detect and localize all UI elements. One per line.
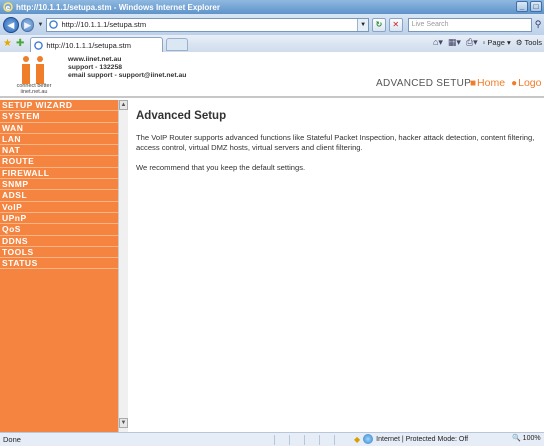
- sidebar-item-upnp[interactable]: UPnP: [0, 213, 118, 225]
- sidebar-item-qos[interactable]: QoS: [0, 224, 118, 236]
- main-content: Advanced Setup The VoIP Router supports …: [136, 110, 536, 183]
- sidebar-item-system[interactable]: SYSTEM: [0, 111, 118, 123]
- scroll-up-icon[interactable]: ▲: [119, 100, 128, 110]
- support-phone-text: support - 132258: [68, 64, 123, 71]
- navigation-toolbar: ◀ ▶ ▼ http://10.1.1.1/setupa.stm ▼ ↻ ✕ L…: [0, 14, 544, 35]
- logo-tagline: connect better iinet.net.au: [16, 83, 52, 95]
- favorites-star-icon[interactable]: ★: [3, 38, 12, 49]
- minimize-button[interactable]: _: [516, 1, 528, 12]
- tab-bar: ★ ✚ http://10.1.1.1/setupa.stm ⌂▾ ▦▾ ⎙▾ …: [0, 35, 544, 52]
- zoom-level[interactable]: 🔍 100%: [512, 434, 541, 442]
- iinet-logo: [22, 56, 44, 84]
- page-viewport: connect better iinet.net.au www.iinet.ne…: [0, 52, 544, 432]
- tab-current[interactable]: http://10.1.1.1/setupa.stm: [30, 37, 164, 52]
- sidebar-item-wan[interactable]: WAN: [0, 123, 118, 134]
- page-menu[interactable]: ▫ Page ▾: [483, 38, 511, 47]
- command-bar: ⌂▾ ▦▾ ⎙▾ ▫ Page ▾ ⚙ Tools: [433, 37, 542, 48]
- status-segment: [334, 435, 348, 445]
- sidebar-scrollbar[interactable]: ▲ ▼: [118, 100, 128, 432]
- protected-mode-icon: ◆: [354, 434, 361, 444]
- forward-button[interactable]: ▶: [20, 17, 35, 32]
- scroll-down-icon[interactable]: ▼: [119, 418, 128, 428]
- sidebar-item-lan[interactable]: LAN: [0, 134, 118, 146]
- status-segment: [289, 435, 303, 445]
- history-dropdown-icon[interactable]: ▼: [37, 22, 43, 28]
- window-title: http://10.1.1.1/setupa.stm - Windows Int…: [16, 2, 220, 12]
- tab-label: http://10.1.1.1/setupa.stm: [46, 40, 131, 50]
- sidebar-item-voip[interactable]: VoIP: [0, 202, 118, 213]
- support-email-text: email support - support@iinet.net.au: [68, 72, 187, 79]
- maximize-button[interactable]: □: [530, 1, 542, 12]
- logout-link[interactable]: ●Logo: [511, 77, 541, 89]
- address-input[interactable]: http://10.1.1.1/setupa.stm: [61, 20, 357, 29]
- page-icon: [49, 20, 59, 29]
- print-icon[interactable]: ⎙▾: [466, 37, 478, 48]
- status-text: Done: [3, 435, 21, 444]
- contact-info: www.iinet.net.au support - 132258 email …: [68, 56, 186, 80]
- feeds-icon[interactable]: ▦▾: [448, 37, 461, 48]
- home-icon[interactable]: ⌂▾: [433, 37, 443, 48]
- sidebar-item-snmp[interactable]: SNMP: [0, 179, 118, 191]
- address-dropdown-icon[interactable]: ▼: [357, 18, 369, 31]
- stop-button[interactable]: ✕: [388, 17, 403, 32]
- tools-menu[interactable]: ⚙ Tools: [516, 38, 542, 47]
- sidebar-item-status[interactable]: STATUS: [0, 258, 118, 270]
- refresh-button[interactable]: ↻: [372, 17, 386, 32]
- router-header: connect better iinet.net.au www.iinet.ne…: [0, 52, 544, 98]
- search-icon[interactable]: ⚲: [532, 18, 544, 32]
- sidebar-item-firewall[interactable]: FIREWALL: [0, 168, 118, 180]
- sidebar-item-ddns[interactable]: DDNS: [0, 236, 118, 247]
- ie-icon: e: [3, 2, 13, 12]
- status-segment: [304, 435, 318, 445]
- svg-text:e: e: [6, 4, 11, 12]
- internet-zone-icon: [363, 434, 374, 444]
- website-text: www.iinet.net.au: [68, 56, 122, 63]
- sidebar-item-route[interactable]: ROUTE: [0, 156, 118, 168]
- search-input[interactable]: Live Search: [407, 17, 533, 32]
- page-icon: [34, 40, 44, 50]
- status-segment: [319, 435, 333, 445]
- window-controls: _ □: [516, 1, 542, 12]
- window-title-bar: e http://10.1.1.1/setupa.stm - Windows I…: [0, 0, 544, 14]
- sidebar-item-nat[interactable]: NAT: [0, 145, 118, 157]
- status-segment: [274, 435, 288, 445]
- top-links: ■Home ●Logo: [470, 77, 541, 89]
- sidebar-item-tools[interactable]: TOOLS: [0, 247, 118, 259]
- sidebar-menu: SETUP WIZARD SYSTEM WAN LAN NAT ROUTE FI…: [0, 100, 118, 432]
- security-zone[interactable]: ◆ Internet | Protected Mode: Off: [354, 434, 468, 444]
- sidebar-item-adsl[interactable]: ADSL: [0, 190, 118, 202]
- section-heading: Advanced Setup: [136, 110, 227, 122]
- address-bar[interactable]: http://10.1.1.1/setupa.stm ▼: [46, 17, 370, 32]
- recommendation-text: We recommend that you keep the default s…: [136, 163, 306, 172]
- sidebar-item-setup-wizard[interactable]: SETUP WIZARD: [0, 100, 118, 112]
- page-title: ADVANCED SETUP: [376, 78, 472, 89]
- back-button[interactable]: ◀: [3, 16, 19, 33]
- new-tab-button[interactable]: [166, 38, 189, 51]
- home-link[interactable]: ■Home: [470, 77, 505, 89]
- status-bar: Done ◆ Internet | Protected Mode: Off 🔍 …: [0, 432, 544, 446]
- add-favorites-icon[interactable]: ✚: [16, 38, 24, 49]
- description-text: The VoIP Router supports advanced functi…: [136, 133, 535, 152]
